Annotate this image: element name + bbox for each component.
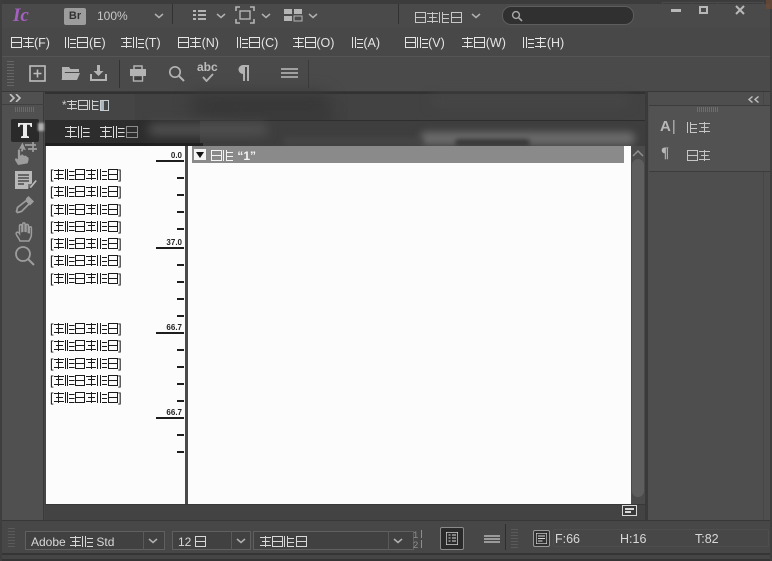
svg-text:2: 2 bbox=[413, 540, 418, 549]
